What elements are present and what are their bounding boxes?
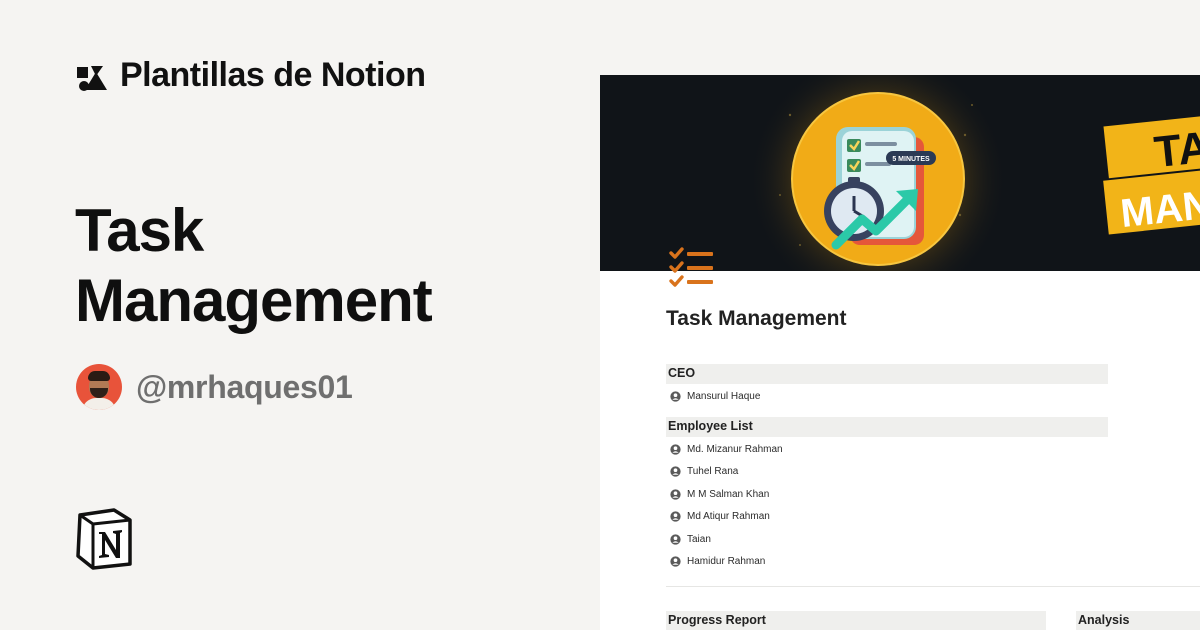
person-icon bbox=[670, 555, 681, 567]
hero-title: Task Management bbox=[75, 196, 535, 336]
person-icon bbox=[670, 533, 681, 545]
person-name: M M Salman Khan bbox=[687, 488, 770, 500]
person-name: Hamidur Rahman bbox=[687, 555, 766, 567]
person-employee[interactable]: Md. Mizanur Rahman bbox=[670, 442, 783, 456]
person-name: Md. Mizanur Rahman bbox=[687, 443, 783, 455]
notion-page-preview: 5 MINUTES TA MANA Task Management CEO Ma… bbox=[600, 75, 1200, 630]
author-handle[interactable]: @mrhaques01 bbox=[136, 369, 353, 406]
brand-name: Plantillas de Notion bbox=[120, 56, 426, 94]
section-header-employees: Employee List bbox=[666, 417, 1108, 437]
author[interactable]: @mrhaques01 bbox=[76, 364, 353, 410]
checklist-icon bbox=[669, 247, 713, 287]
cover-badge-text: 5 MINUTES bbox=[892, 156, 930, 163]
person-employee[interactable]: M M Salman Khan bbox=[670, 487, 769, 501]
page-title: Task Management bbox=[666, 307, 847, 330]
hero-title-line1: Task bbox=[75, 197, 204, 264]
notion-logo-icon bbox=[76, 508, 132, 570]
brand: Plantillas de Notion bbox=[76, 56, 426, 95]
person-icon bbox=[670, 488, 681, 500]
divider bbox=[666, 586, 1200, 587]
person-icon bbox=[670, 443, 681, 455]
hero-title-line2: Management bbox=[75, 267, 433, 334]
person-employee[interactable]: Tuhel Rana bbox=[670, 464, 738, 478]
person-employee[interactable]: Md Atiqur Rahman bbox=[670, 509, 770, 523]
person-name: Md Atiqur Rahman bbox=[687, 510, 770, 522]
section-header-progress-report: Progress Report bbox=[666, 611, 1046, 630]
person-name: Taian bbox=[687, 533, 711, 545]
avatar bbox=[76, 364, 122, 410]
cover-banner-line1: TA bbox=[1152, 123, 1200, 178]
person-employee[interactable]: Taian bbox=[670, 532, 711, 546]
section-header-analysis: Analysis bbox=[1076, 611, 1200, 630]
section-header-ceo: CEO bbox=[666, 364, 1108, 384]
cover-image: 5 MINUTES TA MANA bbox=[600, 75, 1200, 271]
person-icon bbox=[670, 510, 681, 522]
person-name: Tuhel Rana bbox=[687, 465, 739, 477]
person-icon bbox=[670, 390, 681, 402]
person-icon bbox=[670, 465, 681, 477]
person-name: Mansurul Haque bbox=[687, 390, 761, 402]
person-employee[interactable]: Hamidur Rahman bbox=[670, 554, 765, 568]
brand-logo-icon bbox=[77, 65, 107, 91]
person-ceo[interactable]: Mansurul Haque bbox=[670, 389, 760, 403]
